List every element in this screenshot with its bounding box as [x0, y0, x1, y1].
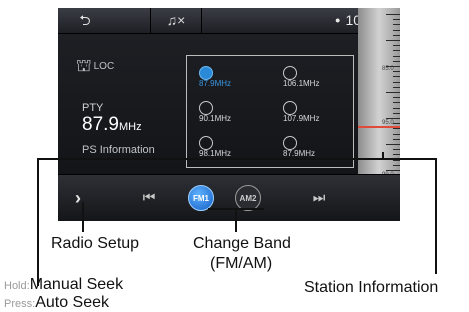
preset-label: 98.1MHz: [199, 149, 232, 158]
scale-tick: [386, 170, 400, 171]
scale-tick: [393, 164, 400, 166]
press-text: Auto Seek: [35, 294, 110, 311]
preset-4[interactable]: 107.9MHz: [279, 101, 349, 131]
preset-label: 87.9MHz: [283, 149, 316, 158]
scale-tick: [393, 123, 400, 125]
hold-callout: Hold:Manual Seek: [4, 276, 123, 294]
scale-tick: [386, 40, 400, 41]
preset-label: 90.1MHz: [199, 114, 232, 123]
preset-icon: [199, 66, 213, 80]
top-bar: ⮌ ♫× ●10:30PM: [58, 8, 400, 34]
scale-tick: [393, 76, 400, 78]
antenna-icon: ⛫: [76, 56, 92, 75]
preset-icon: [283, 101, 297, 115]
scale-tick: [393, 34, 400, 36]
scale-tick: [393, 107, 400, 109]
chevron-right-icon: ›: [75, 188, 81, 208]
radio-setup-callout: Radio Setup: [51, 235, 140, 252]
scale-tick: [393, 71, 400, 73]
preset-icon: [199, 101, 213, 115]
skip-forward-icon: ⏭: [312, 189, 326, 205]
callout-line: [235, 208, 237, 232]
change-band-callout-sub: (FM/AM): [210, 255, 273, 272]
scale-tick: [393, 97, 400, 99]
mute-button[interactable]: ♫×: [150, 8, 202, 33]
hold-prefix: Hold:: [4, 280, 30, 292]
preset-list: 87.9MHz 106.1MHz 90.1MHz 107.9MHz 98.1MH…: [186, 55, 354, 168]
bottom-bar: › ⏮ FM1 AM2 ⏭: [58, 174, 400, 221]
preset-label: 107.9MHz: [283, 114, 320, 123]
preset-3[interactable]: 90.1MHz: [195, 101, 265, 131]
scale-tick: [393, 50, 400, 52]
scale-tick: [393, 112, 400, 114]
callout-line: [37, 158, 437, 160]
music-mute-icon: ♫×: [166, 12, 186, 28]
pty-label: PTY: [82, 102, 104, 114]
preset-5[interactable]: 98.1MHz: [195, 136, 265, 166]
scale-tick: [386, 118, 400, 119]
scale-tick: [393, 29, 400, 31]
back-arrow-icon: ⮌: [79, 12, 91, 28]
callout-line: [382, 152, 384, 159]
scale-tick: [393, 128, 400, 130]
am-band-label: AM2: [239, 194, 257, 203]
scale-tick: [393, 60, 400, 62]
scale-tick: [393, 86, 400, 88]
seek-back-button[interactable]: ⏮: [134, 187, 164, 207]
radio-screen: ⮌ ♫× ●10:30PM ⛫LOC PTY 87.9MHz PS Inform…: [58, 8, 400, 221]
preset-label: 87.9MHz: [199, 79, 232, 88]
scale-tick: [393, 133, 400, 135]
callout-line: [82, 202, 84, 232]
scale-tick: [393, 154, 400, 156]
back-button[interactable]: ⮌: [58, 8, 112, 33]
scale-tick: [393, 81, 400, 83]
scale-tick: [386, 144, 400, 145]
scale-tick: [393, 149, 400, 151]
scale-tick: [393, 138, 400, 140]
preset-label: 106.1MHz: [283, 79, 320, 88]
scale-tick: [386, 66, 400, 67]
preset-1[interactable]: 87.9MHz: [195, 66, 265, 96]
station-information-callout: Station Information: [304, 279, 439, 296]
scale-tick: [393, 102, 400, 104]
radio-setup-button[interactable]: ›: [58, 175, 98, 221]
fm-band-label: FM1: [193, 194, 209, 203]
loc-label: LOC: [93, 61, 115, 72]
preset-icon: [283, 66, 297, 80]
press-callout: Press:Auto Seek: [4, 294, 109, 312]
frequency-value: 87.9: [82, 114, 119, 135]
frequency-unit: MHz: [118, 121, 142, 133]
callout-line: [435, 158, 437, 274]
preset-icon: [283, 136, 297, 150]
loc-indicator: ⛫ LOC: [76, 56, 114, 78]
hold-text: Manual Seek: [29, 276, 124, 293]
scale-tick: [393, 19, 400, 21]
scale-tick: [393, 24, 400, 26]
preset-6[interactable]: 87.9MHz: [279, 136, 349, 166]
skip-back-icon: ⏮: [142, 189, 156, 205]
preset-icon: [199, 136, 213, 150]
callout-line: [37, 158, 39, 286]
gps-dot-icon: ●: [335, 15, 341, 25]
press-prefix: Press:: [4, 298, 36, 310]
scale-tick: [386, 14, 400, 15]
scale-tick: [386, 92, 400, 93]
preset-2[interactable]: 106.1MHz: [279, 66, 349, 96]
change-band-callout: Change Band: [193, 235, 291, 252]
seek-forward-button[interactable]: ⏭: [304, 187, 334, 207]
current-frequency: 87.9MHz: [82, 114, 142, 136]
scale-tick: [393, 45, 400, 47]
scale-tick: [393, 55, 400, 57]
ps-information: PS Information: [82, 144, 155, 156]
